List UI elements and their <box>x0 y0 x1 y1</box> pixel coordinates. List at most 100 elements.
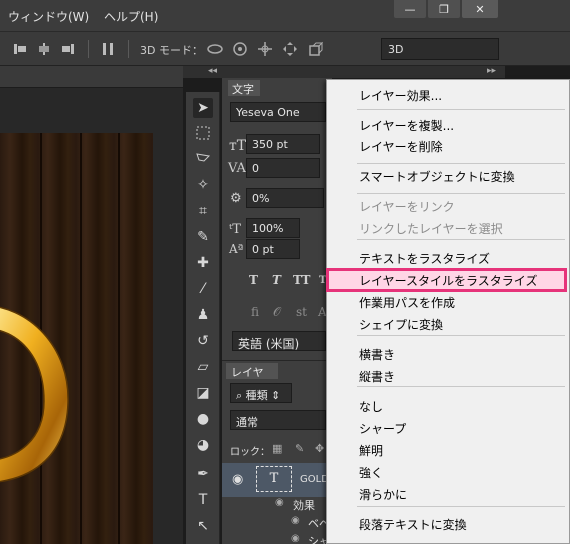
blur-tool-icon[interactable]: ● <box>193 409 213 429</box>
separator <box>88 40 89 58</box>
path-selection-tool-icon[interactable]: ↖ <box>193 516 213 536</box>
menu-item-rasterize-text[interactable]: テキストをラスタライズ <box>359 250 490 267</box>
tracking-icon: ⚙ <box>230 191 242 206</box>
align-right-icon[interactable] <box>60 41 76 57</box>
magic-wand-tool-icon[interactable]: ✧ <box>193 175 213 195</box>
all-caps-button[interactable]: TT <box>293 273 310 287</box>
tracking-field[interactable]: 0% <box>246 188 324 208</box>
marquee-tool-icon[interactable] <box>193 123 213 143</box>
close-button[interactable]: ✕ <box>462 0 498 18</box>
menu-item-horizontal[interactable]: 横書き <box>359 346 395 363</box>
menu-item-convert-to-shape[interactable]: シェイプに変換 <box>359 316 443 333</box>
effects-eye-icon[interactable]: ◉ <box>275 497 284 508</box>
align-center-icon[interactable] <box>36 41 52 57</box>
scale-3d-icon[interactable] <box>307 41 323 57</box>
pen-tool-icon[interactable]: ✒ <box>193 464 213 484</box>
menu-window[interactable]: ウィンドウ(W) <box>8 8 89 25</box>
lasso-tool-icon[interactable] <box>193 149 213 169</box>
restore-button[interactable]: ❐ <box>428 0 460 18</box>
menu-help[interactable]: ヘルプ(H) <box>104 8 158 25</box>
menu-item-layer-effects[interactable]: レイヤー効果... <box>359 87 442 104</box>
history-brush-tool-icon[interactable]: ↺ <box>193 331 213 351</box>
blend-mode-select[interactable]: 通常 <box>230 410 326 430</box>
kerning-field[interactable]: 0 <box>246 158 320 178</box>
menu-separator <box>357 386 565 387</box>
menu-item-aa-none[interactable]: なし <box>359 398 383 415</box>
font-size-icon: ᴛT <box>229 138 247 154</box>
3d-mode-select[interactable]: 3D <box>381 38 499 60</box>
document-tab-strip <box>0 66 183 88</box>
font-size-field[interactable]: 350 pt <box>246 134 320 154</box>
minimize-icon: — <box>404 2 416 16</box>
separator <box>128 40 129 58</box>
text-layer-thumbnail-icon: T <box>256 466 292 492</box>
collapse-left-icon[interactable]: ◂◂ <box>208 66 217 76</box>
tab-character[interactable]: 文字 <box>228 80 260 96</box>
roll-3d-icon[interactable] <box>232 41 248 57</box>
distribute-icon[interactable] <box>100 41 116 57</box>
lock-move-icon[interactable]: ✥ <box>315 442 324 455</box>
menu-item-create-work-path[interactable]: 作業用パスを作成 <box>359 294 455 311</box>
filter-kind-label: 種類 <box>245 389 268 402</box>
menu-item-aa-crisp[interactable]: 鮮明 <box>359 442 383 459</box>
minimize-button[interactable]: — <box>394 0 426 18</box>
healing-brush-tool-icon[interactable]: ✚ <box>193 253 213 273</box>
swash-button[interactable]: 𝒪 <box>273 305 281 320</box>
gradient-tool-icon[interactable]: ◪ <box>193 383 213 403</box>
menu-item-duplicate-layer[interactable]: レイヤーを複製... <box>359 117 454 134</box>
discretionary-ligature-button[interactable]: st <box>296 305 307 319</box>
layer-filter-select[interactable]: ⌕ 種類 ⇕ <box>230 383 292 403</box>
lock-transparency-icon[interactable]: ▦ <box>272 442 282 455</box>
effect-eye-icon[interactable]: ◉ <box>291 515 300 526</box>
tools-panel: ➤ ✧ ⌗ ✎ ✚ ⁄ ♟ ↺ ▱ ◪ ● ◕ ✒ T ↖ <box>186 92 220 544</box>
font-family-select[interactable]: Yeseva One <box>230 102 326 122</box>
lock-label: ロック： <box>230 447 270 458</box>
eraser-tool-icon[interactable]: ▱ <box>193 357 213 377</box>
baseline-shift-field[interactable]: 0 pt <box>246 239 300 259</box>
close-icon: ✕ <box>475 2 485 16</box>
menu-item-vertical[interactable]: 縦書き <box>359 368 395 385</box>
effects-label: 効果 <box>293 499 315 512</box>
lock-brush-icon[interactable]: ✎ <box>295 442 304 455</box>
collapse-right-icon[interactable]: ▸▸ <box>487 66 496 76</box>
align-left-icon[interactable] <box>12 41 28 57</box>
clone-stamp-tool-icon[interactable]: ♟ <box>193 305 213 325</box>
menu-separator <box>357 109 565 110</box>
layer-name[interactable]: GOLD <box>300 474 329 485</box>
pan-3d-icon[interactable] <box>257 41 273 57</box>
move-tool-icon[interactable]: ➤ <box>193 98 213 118</box>
brush-tool-icon[interactable]: ⁄ <box>193 279 213 299</box>
menu-separator <box>357 335 565 336</box>
language-select[interactable]: 英語 (米国) <box>232 331 326 351</box>
tab-layers[interactable]: レイヤー <box>226 363 278 395</box>
menu-item-select-linked-layers: リンクしたレイヤーを選択 <box>359 222 503 236</box>
kerning-icon: VA <box>228 161 246 176</box>
options-bar: 3D モード： 3D <box>0 32 570 66</box>
rotate-3d-icon[interactable] <box>207 41 223 57</box>
menu-item-aa-strong[interactable]: 強く <box>359 464 383 481</box>
visibility-eye-icon[interactable]: ◉ <box>232 472 243 487</box>
document-canvas[interactable] <box>0 133 153 544</box>
menu-item-rasterize-layer-style[interactable]: レイヤースタイルをラスタライズ <box>359 272 537 289</box>
menu-separator <box>357 193 565 194</box>
menu-item-convert-smart-object[interactable]: スマートオブジェクトに変換 <box>359 168 515 185</box>
menu-item-convert-paragraph-text[interactable]: 段落テキストに変換 <box>359 516 467 533</box>
slide-3d-icon[interactable] <box>282 41 298 57</box>
crop-tool-icon[interactable]: ⌗ <box>193 201 213 221</box>
menu-item-delete-layer[interactable]: レイヤーを削除 <box>359 138 443 155</box>
menu-item-aa-smooth[interactable]: 滑らかに <box>359 486 407 503</box>
panel-collapse-bar[interactable]: ◂◂ ▸▸ <box>183 66 505 78</box>
menu-separator <box>357 239 565 240</box>
type-tool-icon[interactable]: T <box>193 490 213 510</box>
dodge-tool-icon[interactable]: ◕ <box>193 435 213 455</box>
ligature-button[interactable]: fi <box>251 305 259 319</box>
menu-separator <box>357 506 565 507</box>
faux-italic-button[interactable]: T <box>272 273 281 287</box>
window-controls: — ❐ ✕ <box>394 0 498 18</box>
eyedropper-tool-icon[interactable]: ✎ <box>193 227 213 247</box>
faux-bold-button[interactable]: T <box>249 273 258 287</box>
vertical-scale-field[interactable]: 100% <box>246 218 300 238</box>
menu-item-aa-sharp[interactable]: シャープ <box>359 420 406 437</box>
effect-eye-icon[interactable]: ◉ <box>291 533 300 544</box>
vertical-scale-icon: ᵗT <box>229 222 241 237</box>
